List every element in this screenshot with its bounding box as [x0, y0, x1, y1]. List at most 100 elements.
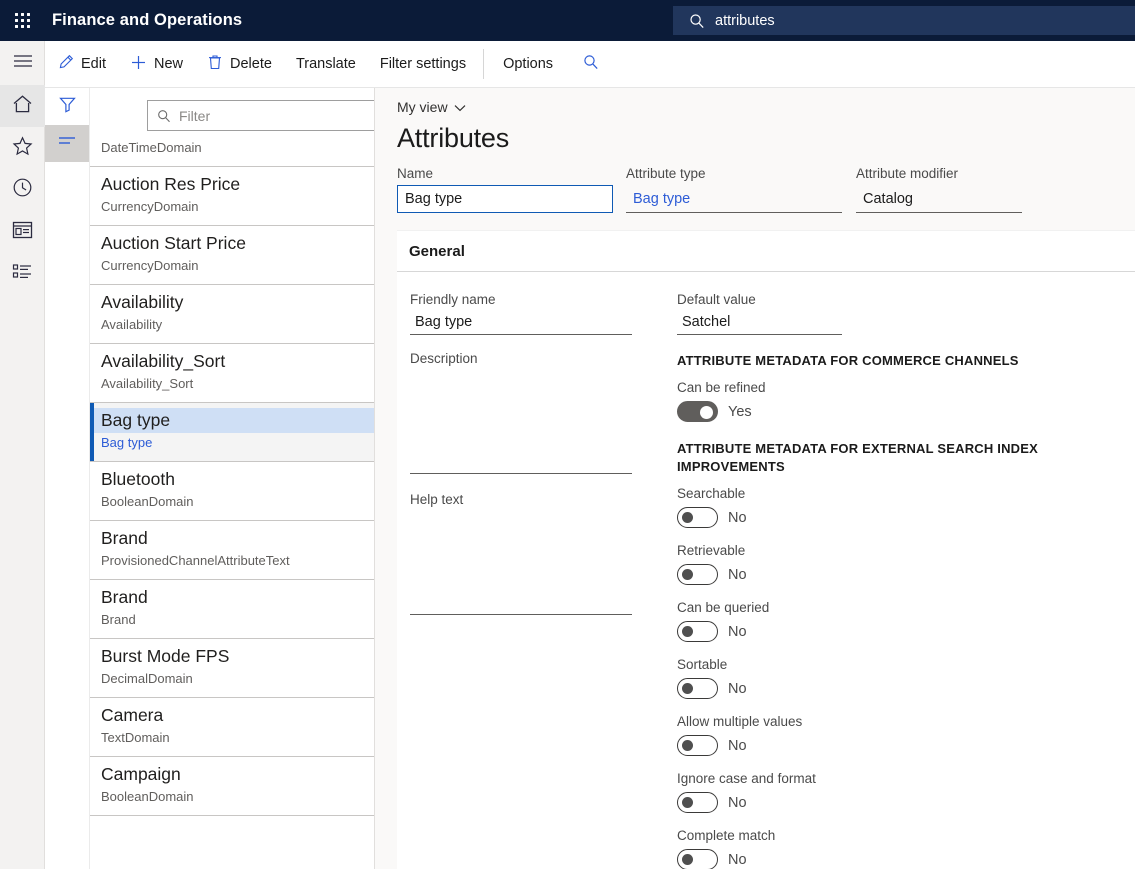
- new-button[interactable]: New: [119, 47, 194, 81]
- toggle-switch[interactable]: [677, 621, 718, 642]
- search-icon: [689, 13, 705, 29]
- options-button-label: Options: [503, 56, 553, 72]
- list-item-title: Brand: [101, 585, 365, 610]
- toggle-label: Ignore case and format: [677, 769, 1107, 788]
- sidebar-item-workspaces[interactable]: [0, 211, 45, 253]
- edit-button[interactable]: Edit: [47, 47, 117, 81]
- toggle-switch[interactable]: [677, 792, 718, 813]
- sidebar-item-favorites[interactable]: [0, 127, 45, 169]
- action-toolbar: Edit New Delete Translate Filter setting…: [45, 41, 1135, 88]
- plus-icon: [130, 54, 147, 75]
- toggle-switch[interactable]: [677, 564, 718, 585]
- list-item[interactable]: CameraTextDomain: [90, 698, 374, 757]
- waffle-menu-button[interactable]: [0, 0, 45, 41]
- list-view-button[interactable]: [45, 125, 89, 162]
- toggle-knob: [682, 854, 693, 865]
- toggle-row: Allow multiple values No: [677, 712, 1107, 756]
- attribute-modifier-input[interactable]: Catalog: [856, 185, 1022, 213]
- translate-button[interactable]: Translate: [285, 47, 367, 81]
- list-item[interactable]: DateTimeDomain: [90, 138, 374, 167]
- toggle-state-text: No: [728, 795, 747, 811]
- list-item-subtitle: DecimalDomain: [101, 669, 365, 688]
- sidebar-item-recent[interactable]: [0, 169, 45, 211]
- list-item[interactable]: BrandBrand: [90, 580, 374, 639]
- delete-button-label: Delete: [230, 56, 272, 72]
- toggle-control-wrap: No: [677, 678, 1107, 699]
- list-item[interactable]: AvailabilityAvailability: [90, 285, 374, 344]
- list-item[interactable]: Burst Mode FPSDecimalDomain: [90, 639, 374, 698]
- attribute-modifier-label: Attribute modifier: [856, 165, 1022, 183]
- lines-icon: [58, 134, 76, 153]
- name-field-group: Name Bag type: [397, 165, 613, 213]
- sidebar-item-modules[interactable]: [0, 253, 45, 295]
- list-item[interactable]: BluetoothBooleanDomain: [90, 462, 374, 521]
- description-input[interactable]: [410, 368, 632, 474]
- search-toggle-list: SearchableNoRetrievableNoCan be queriedN…: [677, 484, 1107, 869]
- clock-icon: [12, 177, 33, 203]
- toggle-control-wrap: No: [677, 792, 1107, 813]
- toggle-row: Can be queriedNo: [677, 598, 1107, 642]
- view-switcher[interactable]: My view: [397, 99, 509, 115]
- list-item-subtitle: Availability: [101, 315, 365, 334]
- name-field-input[interactable]: Bag type: [397, 185, 613, 213]
- general-section-card: General Friendly name Bag type Descripti…: [397, 230, 1135, 869]
- list-item-title: Auction Start Price: [101, 231, 365, 256]
- toggle-switch[interactable]: [677, 401, 718, 422]
- pencil-icon: [58, 54, 74, 74]
- list-item[interactable]: Auction Start PriceCurrencyDomain: [90, 226, 374, 285]
- list-item[interactable]: Bag typeBag type: [90, 403, 374, 462]
- attributes-list[interactable]: DateTimeDomainAuction Res PriceCurrencyD…: [90, 138, 374, 869]
- home-icon: [12, 94, 33, 119]
- list-item-subtitle: BooleanDomain: [101, 787, 365, 806]
- edit-button-label: Edit: [81, 56, 106, 72]
- toggle-switch[interactable]: [677, 507, 718, 528]
- list-item[interactable]: BrandProvisionedChannelAttributeText: [90, 521, 374, 580]
- list-item-title: Bag type: [90, 408, 374, 433]
- page-title: Attributes: [397, 121, 509, 155]
- section-header-search: ATTRIBUTE METADATA FOR EXTERNAL SEARCH I…: [677, 440, 1107, 476]
- toggle-switch[interactable]: [677, 678, 718, 699]
- list-item-subtitle: CurrencyDomain: [101, 256, 365, 275]
- toggle-state-text: Yes: [728, 404, 752, 420]
- filter-pane-button[interactable]: [45, 88, 89, 125]
- filter-input-placeholder: Filter: [179, 108, 210, 124]
- list-item[interactable]: Auction Res PriceCurrencyDomain: [90, 167, 374, 226]
- friendly-name-input[interactable]: Bag type: [410, 309, 632, 335]
- toolbar-search-button[interactable]: [574, 47, 608, 81]
- list-item-title: Availability: [101, 290, 365, 315]
- attribute-modifier-field-group: Attribute modifier Catalog: [856, 165, 1022, 213]
- list-item-subtitle: ProvisionedChannelAttributeText: [101, 551, 365, 570]
- friendly-name-label: Friendly name: [410, 290, 632, 309]
- toggle-state-text: No: [728, 738, 747, 754]
- help-text-label: Help text: [410, 490, 632, 509]
- toggle-state-text: No: [728, 852, 747, 868]
- toggle-label: Sortable: [677, 655, 1107, 674]
- toggle-switch[interactable]: [677, 849, 718, 869]
- top-navigation-bar: Finance and Operations attributes: [0, 0, 1135, 41]
- filter-input[interactable]: Filter: [147, 100, 374, 131]
- global-search-input[interactable]: attributes: [673, 6, 1135, 35]
- list-item[interactable]: CampaignBooleanDomain: [90, 757, 374, 816]
- sidebar-item-home[interactable]: [0, 85, 45, 127]
- search-icon: [583, 54, 599, 75]
- attribute-type-link[interactable]: Bag type: [626, 185, 842, 213]
- options-button[interactable]: Options: [492, 47, 564, 81]
- toggle-label: Allow multiple values: [677, 712, 1107, 731]
- nav-expand-button[interactable]: [0, 41, 45, 85]
- list-item-title: Camera: [101, 703, 365, 728]
- list-item[interactable]: Availability_SortAvailability_Sort: [90, 344, 374, 403]
- help-text-input[interactable]: [410, 509, 632, 615]
- list-item-title: Availability_Sort: [101, 349, 365, 374]
- toggle-knob: [700, 406, 713, 419]
- attribute-type-field-group: Attribute type Bag type: [626, 165, 842, 213]
- tab-general[interactable]: General: [397, 243, 465, 260]
- toggle-state-text: No: [728, 510, 747, 526]
- toggle-switch[interactable]: [677, 735, 718, 756]
- delete-button[interactable]: Delete: [196, 47, 283, 81]
- toggle-knob: [682, 569, 693, 580]
- commerce-toggle-list: Can be refinedYes: [677, 378, 1107, 422]
- filter-settings-button[interactable]: Filter settings: [369, 47, 477, 81]
- waffle-grid-icon: [15, 13, 30, 28]
- default-value-input[interactable]: Satchel: [677, 309, 842, 335]
- toggle-row: Sortable No: [677, 655, 1107, 699]
